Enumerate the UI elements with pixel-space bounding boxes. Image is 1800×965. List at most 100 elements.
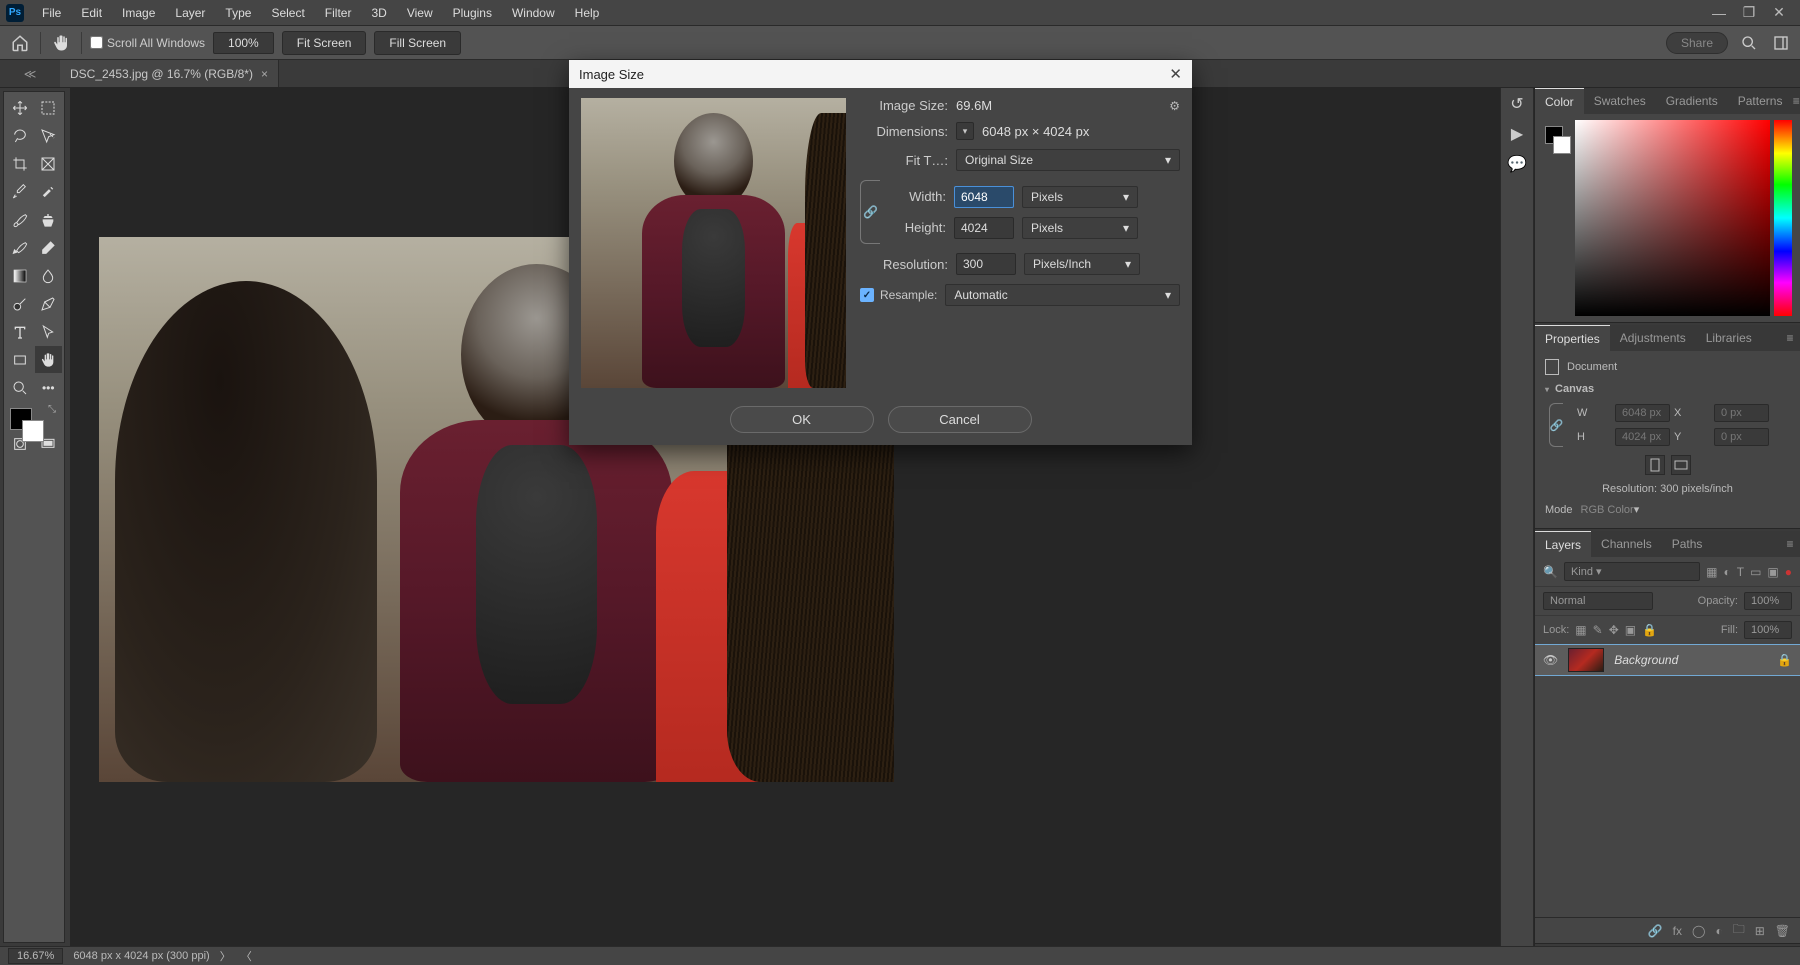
crop-tool-icon[interactable] [6,150,34,177]
tab-libraries[interactable]: Libraries [1696,325,1762,351]
tab-color[interactable]: Color [1535,88,1584,114]
rectangle-tool-icon[interactable] [6,346,34,373]
tab-layers[interactable]: Layers [1535,531,1591,557]
panel-menu-icon[interactable]: ≡ [1780,325,1800,351]
quick-select-tool-icon[interactable] [35,122,63,149]
path-select-tool-icon[interactable] [35,318,63,345]
layer-background[interactable]: 👁 Background 🔒 [1535,644,1800,676]
gradient-tool-icon[interactable] [6,262,34,289]
resolution-unit-select[interactable]: Pixels/Inch▾ [1024,253,1140,275]
fit-screen-button[interactable]: Fit Screen [282,31,367,55]
color-picker[interactable] [1543,120,1792,316]
menu-filter[interactable]: Filter [315,2,362,24]
layer-name[interactable]: Background [1614,653,1678,667]
menu-3d[interactable]: 3D [361,2,396,24]
share-button[interactable]: Share [1666,32,1728,54]
filter-smart-icon[interactable]: ▣ [1767,565,1778,579]
layer-filter-kind-select[interactable]: Kind ▾ [1564,562,1700,581]
close-tab-icon[interactable]: × [261,67,268,81]
menu-edit[interactable]: Edit [71,2,112,24]
workspace-switcher-icon[interactable] [1770,32,1792,54]
group-layers-icon[interactable]: 🗀 [1733,920,1745,941]
fill-field[interactable]: 100% [1744,621,1792,639]
zoom-level-field[interactable]: 100% [213,32,274,54]
frame-tool-icon[interactable] [35,150,63,177]
height-input[interactable] [954,217,1014,239]
history-panel-icon[interactable]: ↺ [1510,94,1523,114]
mini-background-swatch[interactable] [1553,136,1571,154]
hand-tool-icon[interactable] [49,31,73,55]
canvas-section-header[interactable]: Canvas [1545,383,1790,395]
portrait-orientation-icon[interactable] [1645,455,1665,475]
height-unit-select[interactable]: Pixels▾ [1022,217,1138,239]
lock-artboard-icon[interactable]: ▣ [1625,623,1636,637]
window-minimize-icon[interactable]: — [1704,5,1734,21]
layer-mask-icon[interactable]: ◯ [1692,924,1705,938]
link-layers-icon[interactable]: 🔗 [1648,924,1663,938]
layer-thumbnail[interactable] [1568,648,1604,672]
mode-select[interactable]: RGB Color▾ [1581,503,1790,516]
filter-toggle-icon[interactable]: ● [1785,565,1792,579]
tab-patterns[interactable]: Patterns [1728,88,1793,114]
window-close-icon[interactable]: ✕ [1764,4,1794,21]
fill-screen-button[interactable]: Fill Screen [374,31,461,55]
actions-panel-icon[interactable]: ▶ [1511,124,1523,144]
tab-swatches[interactable]: Swatches [1584,88,1656,114]
lock-all-icon[interactable]: 🔒 [1642,623,1657,637]
more-tools-icon[interactable]: ••• [35,374,63,401]
lock-pixels-icon[interactable]: ✎ [1593,623,1603,637]
tab-nav-arrows[interactable]: ≪ [0,60,60,87]
ok-button[interactable]: OK [730,406,874,433]
healing-brush-tool-icon[interactable] [35,178,63,205]
color-field[interactable] [1575,120,1770,316]
menu-type[interactable]: Type [215,2,261,24]
cancel-button[interactable]: Cancel [888,406,1032,433]
status-info-caret-icon[interactable]: 〈 [241,948,252,964]
history-brush-tool-icon[interactable] [6,234,34,261]
fit-to-select[interactable]: Original Size▾ [956,149,1180,171]
status-zoom-field[interactable]: 16.67% [8,948,63,964]
brush-tool-icon[interactable] [6,206,34,233]
zoom-tool-icon[interactable] [6,374,34,401]
scroll-all-windows-checkbox[interactable]: Scroll All Windows [90,36,205,50]
width-input[interactable] [954,186,1014,208]
eyedropper-tool-icon[interactable] [6,178,34,205]
clone-stamp-tool-icon[interactable] [35,206,63,233]
blur-tool-icon[interactable] [35,262,63,289]
filter-shape-icon[interactable]: ▭ [1750,565,1761,579]
lasso-tool-icon[interactable] [6,122,34,149]
layer-fx-icon[interactable]: fx [1673,924,1682,938]
search-icon[interactable] [1738,32,1760,54]
layer-lock-icon[interactable]: 🔒 [1777,653,1792,667]
lock-position-icon[interactable]: ✥ [1609,623,1619,637]
resolution-input[interactable] [956,253,1016,275]
menu-layer[interactable]: Layer [165,2,215,24]
resample-method-select[interactable]: Automatic▾ [945,284,1180,306]
status-info-arrow-icon[interactable]: 〉 [220,948,231,964]
tab-adjustments[interactable]: Adjustments [1610,325,1696,351]
window-maximize-icon[interactable]: ❐ [1734,4,1764,21]
document-tab[interactable]: DSC_2453.jpg @ 16.7% (RGB/8*) × [60,60,279,87]
menu-image[interactable]: Image [112,2,165,24]
pen-tool-icon[interactable] [35,290,63,317]
width-unit-select[interactable]: Pixels▾ [1022,186,1138,208]
lock-transparency-icon[interactable]: ▦ [1575,623,1586,637]
menu-help[interactable]: Help [565,2,610,24]
move-tool-icon[interactable] [6,94,34,121]
filter-type-icon[interactable]: T [1737,565,1744,579]
dimensions-unit-dropdown-icon[interactable]: ▾ [956,122,974,140]
home-icon[interactable] [8,31,32,55]
tab-channels[interactable]: Channels [1591,531,1662,557]
new-layer-icon[interactable]: ⊞ [1755,924,1765,938]
menu-plugins[interactable]: Plugins [443,2,502,24]
filter-pixel-icon[interactable]: ▦ [1706,565,1717,579]
constrain-proportions-icon[interactable]: 🔗 [860,180,880,244]
dialog-titlebar[interactable]: Image Size ✕ [569,60,1192,88]
filter-adjustment-icon[interactable]: ◐ [1723,565,1730,579]
dialog-close-icon[interactable]: ✕ [1169,65,1182,83]
tab-paths[interactable]: Paths [1662,531,1713,557]
hand-tool-active-icon[interactable] [35,346,63,373]
filter-search-icon[interactable]: 🔍 [1543,565,1558,579]
opacity-field[interactable]: 100% [1744,592,1792,610]
tab-gradients[interactable]: Gradients [1656,88,1728,114]
